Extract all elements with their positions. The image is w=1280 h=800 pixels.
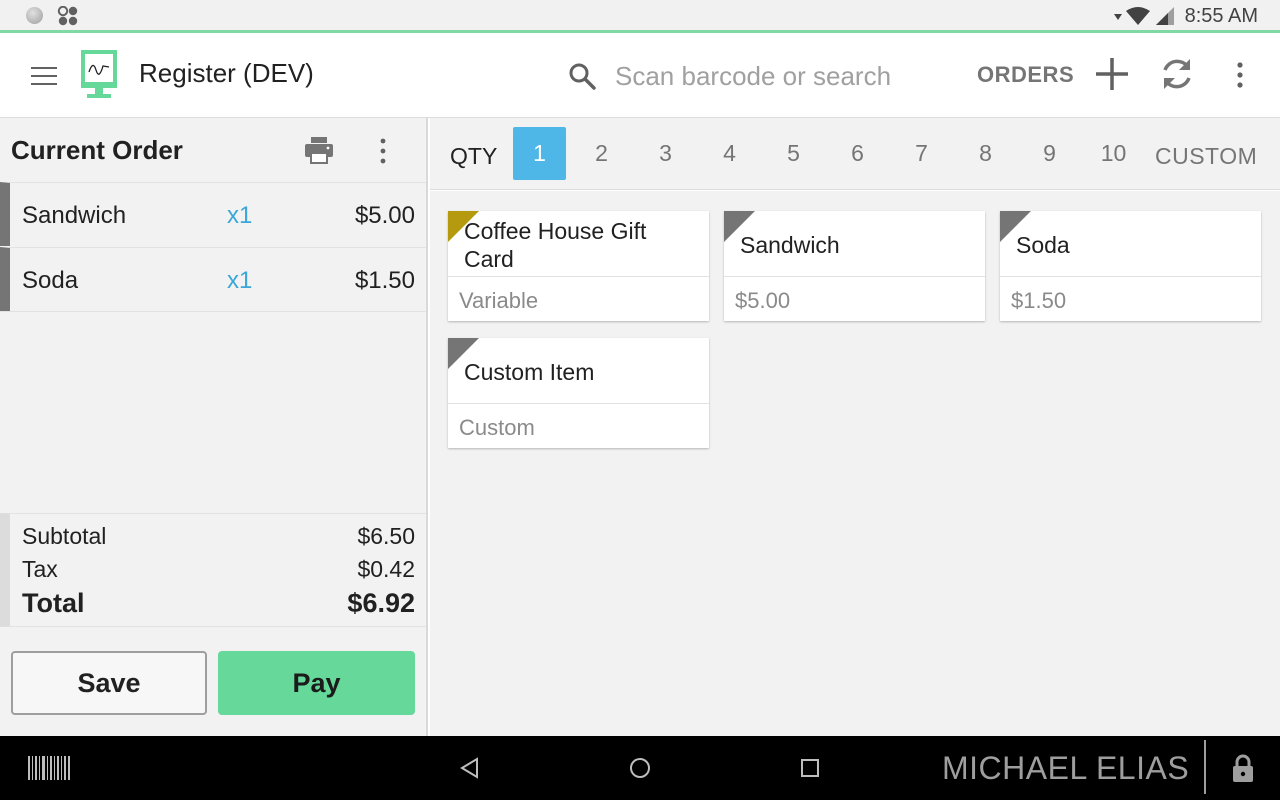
top-app-bar: Register (DEV) ORDERS [0, 36, 1280, 118]
qty-option-7[interactable]: 7 [895, 127, 948, 180]
divider [1204, 740, 1206, 794]
item-name: Sandwich [740, 232, 840, 258]
subtotal-label: Subtotal [22, 523, 107, 549]
item-tile[interactable]: Soda $1.50 [1000, 211, 1261, 321]
divider [724, 276, 985, 277]
divider [448, 403, 709, 404]
search-bar [567, 54, 957, 98]
order-title: Current Order [11, 135, 183, 165]
system-nav-bar: MICHAEL ELIAS [0, 736, 1280, 800]
status-bar: 8:55 AM [0, 0, 1280, 33]
item-name: Custom Item [464, 359, 595, 385]
back-icon[interactable] [459, 757, 481, 779]
order-header: Current Order [0, 118, 426, 182]
save-button[interactable]: Save [11, 651, 207, 715]
qty-custom-button[interactable]: CUSTOM [1155, 143, 1257, 170]
item-name: Soda [1016, 232, 1070, 258]
line-item-price: $5.00 [354, 202, 415, 229]
qty-option-2[interactable]: 2 [575, 127, 628, 180]
order-line-item[interactable]: Sandwich x1 $5.00 [0, 182, 426, 246]
app-title: Register (DEV) [139, 58, 314, 88]
add-icon[interactable] [1094, 56, 1130, 92]
search-icon[interactable] [567, 61, 597, 91]
subtotal-row: Subtotal $6.50 [22, 523, 415, 550]
hamburger-menu-icon[interactable] [31, 67, 57, 87]
barcode-icon[interactable] [28, 756, 70, 780]
item-price: $5.00 [735, 288, 791, 313]
qty-label: QTY [450, 143, 498, 169]
item-price: Variable [459, 288, 539, 313]
total-row: Total $6.92 [22, 588, 415, 619]
clover-app-icon [57, 6, 78, 26]
item-tile[interactable]: Sandwich $5.00 [724, 211, 985, 321]
qty-option-6[interactable]: 6 [831, 127, 884, 180]
clock: 8:55 AM [1184, 4, 1258, 27]
order-totals: Subtotal $6.50 Tax $0.42 Total $6.92 [0, 513, 426, 627]
subtotal-value: $6.50 [357, 523, 415, 549]
tax-value: $0.42 [357, 556, 415, 582]
wifi-icon [1125, 7, 1150, 25]
notification-dot-icon [26, 7, 43, 24]
line-item-qty: x1 [227, 202, 253, 229]
order-line-item[interactable]: Soda x1 $1.50 [0, 247, 426, 311]
qty-option-8[interactable]: 8 [959, 127, 1012, 180]
qty-option-9[interactable]: 9 [1023, 127, 1076, 180]
line-item-price: $1.50 [354, 267, 415, 294]
overflow-menu-icon[interactable] [1230, 60, 1250, 90]
qty-option-3[interactable]: 3 [639, 127, 692, 180]
quantity-selector: QTY 1 2 3 4 5 6 7 8 9 10 CUSTOM [430, 118, 1280, 190]
employee-name: MICHAEL ELIAS [942, 750, 1190, 786]
home-icon[interactable] [629, 757, 651, 779]
qty-option-5[interactable]: 5 [767, 127, 820, 180]
item-price: Custom [459, 415, 535, 440]
item-name: Coffee House Gift Card [464, 218, 647, 272]
data-arrow-icon [1113, 14, 1122, 20]
divider [0, 311, 426, 312]
lock-icon[interactable] [1231, 753, 1255, 783]
qty-option-10[interactable]: 10 [1087, 127, 1140, 180]
status-indicators: 8:55 AM [1113, 4, 1258, 28]
order-overflow-menu-icon[interactable] [373, 136, 393, 166]
tax-row: Tax $0.42 [22, 556, 415, 583]
line-item-name: Sandwich [22, 202, 127, 229]
cell-signal-icon [1155, 7, 1174, 25]
item-tile[interactable]: Coffee House Gift Card Variable [448, 211, 709, 321]
item-grid: Coffee House Gift Card Variable Sandwich… [430, 191, 1280, 736]
line-item-qty: x1 [227, 267, 253, 294]
search-input[interactable] [615, 60, 945, 92]
qty-option-4[interactable]: 4 [703, 127, 756, 180]
qty-option-1[interactable]: 1 [513, 127, 566, 180]
print-icon[interactable] [304, 136, 334, 164]
item-tile[interactable]: Custom Item Custom [448, 338, 709, 448]
line-item-name: Soda [22, 267, 79, 294]
register-app-logo [81, 50, 117, 98]
total-label: Total [22, 588, 85, 618]
sync-icon[interactable] [1159, 56, 1195, 92]
tax-label: Tax [22, 556, 58, 582]
divider [448, 276, 709, 277]
current-order-panel: Current Order Sandwich x1 $5.00 Soda x1 … [0, 118, 428, 736]
total-value: $6.92 [347, 588, 415, 618]
pay-button[interactable]: Pay [218, 651, 415, 715]
item-price: $1.50 [1011, 288, 1067, 313]
recent-apps-icon[interactable] [800, 758, 820, 778]
orders-button[interactable]: ORDERS [977, 62, 1074, 88]
divider [1000, 276, 1261, 277]
